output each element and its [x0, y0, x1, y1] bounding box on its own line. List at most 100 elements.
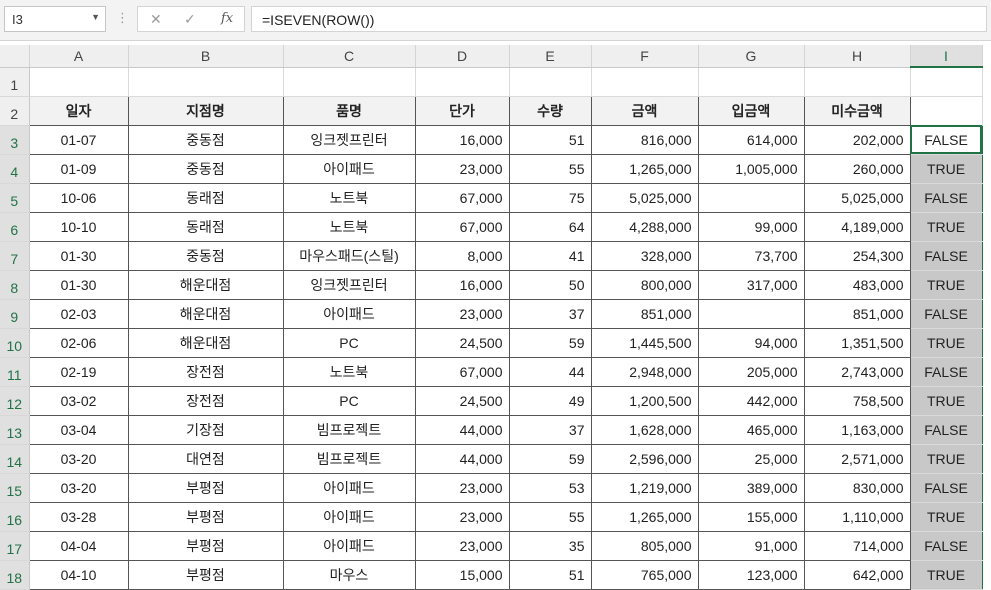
column-header[interactable]: G	[698, 45, 805, 68]
data-cell[interactable]: 5,025,000	[803, 182, 911, 213]
data-cell[interactable]: 75	[508, 182, 592, 213]
more-options-icon[interactable]: ⋮	[116, 10, 129, 26]
data-cell[interactable]: 23,000	[414, 530, 510, 561]
data-cell[interactable]: 67,000	[414, 211, 510, 242]
data-cell[interactable]: 02-19	[28, 356, 129, 387]
data-cell[interactable]: 389,000	[697, 472, 805, 503]
data-cell[interactable]: 94,000	[697, 327, 805, 358]
data-cell[interactable]: 03-04	[28, 414, 129, 445]
cell[interactable]	[415, 67, 510, 97]
data-cell[interactable]: 465,000	[697, 414, 805, 445]
data-cell[interactable]: 04-04	[28, 530, 129, 561]
cell[interactable]	[128, 67, 284, 97]
data-cell[interactable]: PC	[282, 385, 416, 416]
data-cell[interactable]: 4,189,000	[803, 211, 911, 242]
row-header[interactable]: 11	[0, 357, 30, 387]
row-header[interactable]: 14	[0, 444, 30, 474]
row-header[interactable]: 2	[0, 96, 30, 126]
data-cell[interactable]: 205,000	[697, 356, 805, 387]
data-cell[interactable]: 02-06	[28, 327, 129, 358]
data-cell[interactable]: 1,628,000	[590, 414, 699, 445]
data-cell[interactable]: 03-28	[28, 501, 129, 532]
row-header[interactable]: 7	[0, 241, 30, 271]
data-cell[interactable]: 5,025,000	[590, 182, 699, 213]
data-cell[interactable]: 64	[508, 211, 592, 242]
data-cell[interactable]: 01-30	[28, 240, 129, 271]
data-cell[interactable]: 260,000	[803, 153, 911, 184]
data-cell[interactable]: 67,000	[414, 182, 510, 213]
data-cell[interactable]: 41	[508, 240, 592, 271]
data-cell[interactable]: 마우스	[282, 559, 416, 590]
data-cell[interactable]	[697, 298, 805, 329]
table-header-cell[interactable]: 단가	[414, 95, 510, 126]
data-cell[interactable]: 노트북	[282, 356, 416, 387]
data-cell[interactable]: 1,163,000	[803, 414, 911, 445]
row-header[interactable]: 13	[0, 415, 30, 445]
data-cell[interactable]: 1,219,000	[590, 472, 699, 503]
data-cell[interactable]: 123,000	[697, 559, 805, 590]
column-header[interactable]: E	[509, 45, 592, 68]
data-cell[interactable]: 아이패드	[282, 298, 416, 329]
result-cell[interactable]: FALSE	[909, 125, 983, 155]
data-cell[interactable]: 01-09	[28, 153, 129, 184]
data-cell[interactable]: 55	[508, 501, 592, 532]
result-cell[interactable]: TRUE	[909, 270, 983, 300]
data-cell[interactable]: 44,000	[414, 414, 510, 445]
column-header[interactable]: C	[283, 45, 416, 68]
cell[interactable]	[698, 67, 805, 97]
row-header[interactable]: 16	[0, 502, 30, 532]
data-cell[interactable]: 758,500	[803, 385, 911, 416]
data-cell[interactable]: 해운대점	[127, 298, 284, 329]
row-header[interactable]: 1	[0, 67, 30, 97]
result-cell[interactable]: FALSE	[909, 241, 983, 271]
data-cell[interactable]: 800,000	[590, 269, 699, 300]
data-cell[interactable]: 노트북	[282, 211, 416, 242]
data-cell[interactable]: 851,000	[803, 298, 911, 329]
cell[interactable]	[910, 67, 983, 97]
row-header[interactable]: 18	[0, 560, 30, 590]
column-header[interactable]: B	[128, 45, 284, 68]
data-cell[interactable]: 장전점	[127, 356, 284, 387]
row-header[interactable]: 10	[0, 328, 30, 358]
data-cell[interactable]: 중동점	[127, 124, 284, 155]
column-header[interactable]: I	[910, 45, 983, 68]
data-cell[interactable]: 614,000	[697, 124, 805, 155]
data-cell[interactable]: 35	[508, 530, 592, 561]
data-cell[interactable]: 51	[508, 559, 592, 590]
data-cell[interactable]: 1,265,000	[590, 501, 699, 532]
result-cell[interactable]: TRUE	[909, 386, 983, 416]
cell[interactable]	[591, 67, 699, 97]
data-cell[interactable]: 1,200,500	[590, 385, 699, 416]
data-cell[interactable]: 24,500	[414, 385, 510, 416]
chevron-down-icon[interactable]: ▼	[91, 12, 100, 22]
result-cell[interactable]: TRUE	[909, 154, 983, 184]
data-cell[interactable]: 53	[508, 472, 592, 503]
data-cell[interactable]: 37	[508, 298, 592, 329]
data-cell[interactable]: 50	[508, 269, 592, 300]
data-cell[interactable]: 23,000	[414, 298, 510, 329]
row-header[interactable]: 3	[0, 125, 30, 155]
data-cell[interactable]: 442,000	[697, 385, 805, 416]
row-header[interactable]: 15	[0, 473, 30, 503]
data-cell[interactable]: 317,000	[697, 269, 805, 300]
data-cell[interactable]: 91,000	[697, 530, 805, 561]
data-cell[interactable]: 1,445,500	[590, 327, 699, 358]
data-cell[interactable]: 아이패드	[282, 501, 416, 532]
data-cell[interactable]: 23,000	[414, 153, 510, 184]
insert-function-icon[interactable]: fx	[221, 11, 233, 26]
data-cell[interactable]: 기장점	[127, 414, 284, 445]
result-cell[interactable]: TRUE	[909, 444, 983, 474]
data-cell[interactable]: 동래점	[127, 182, 284, 213]
data-cell[interactable]: 202,000	[803, 124, 911, 155]
data-cell[interactable]: 2,596,000	[590, 443, 699, 474]
data-cell[interactable]: 1,265,000	[590, 153, 699, 184]
data-cell[interactable]: 851,000	[590, 298, 699, 329]
data-cell[interactable]: 765,000	[590, 559, 699, 590]
result-cell[interactable]: FALSE	[909, 473, 983, 503]
data-cell[interactable]: 59	[508, 443, 592, 474]
data-cell[interactable]: 23,000	[414, 472, 510, 503]
data-cell[interactable]: 2,743,000	[803, 356, 911, 387]
data-cell[interactable]: 10-06	[28, 182, 129, 213]
data-cell[interactable]: 노트북	[282, 182, 416, 213]
data-cell[interactable]: 빔프로젝트	[282, 414, 416, 445]
